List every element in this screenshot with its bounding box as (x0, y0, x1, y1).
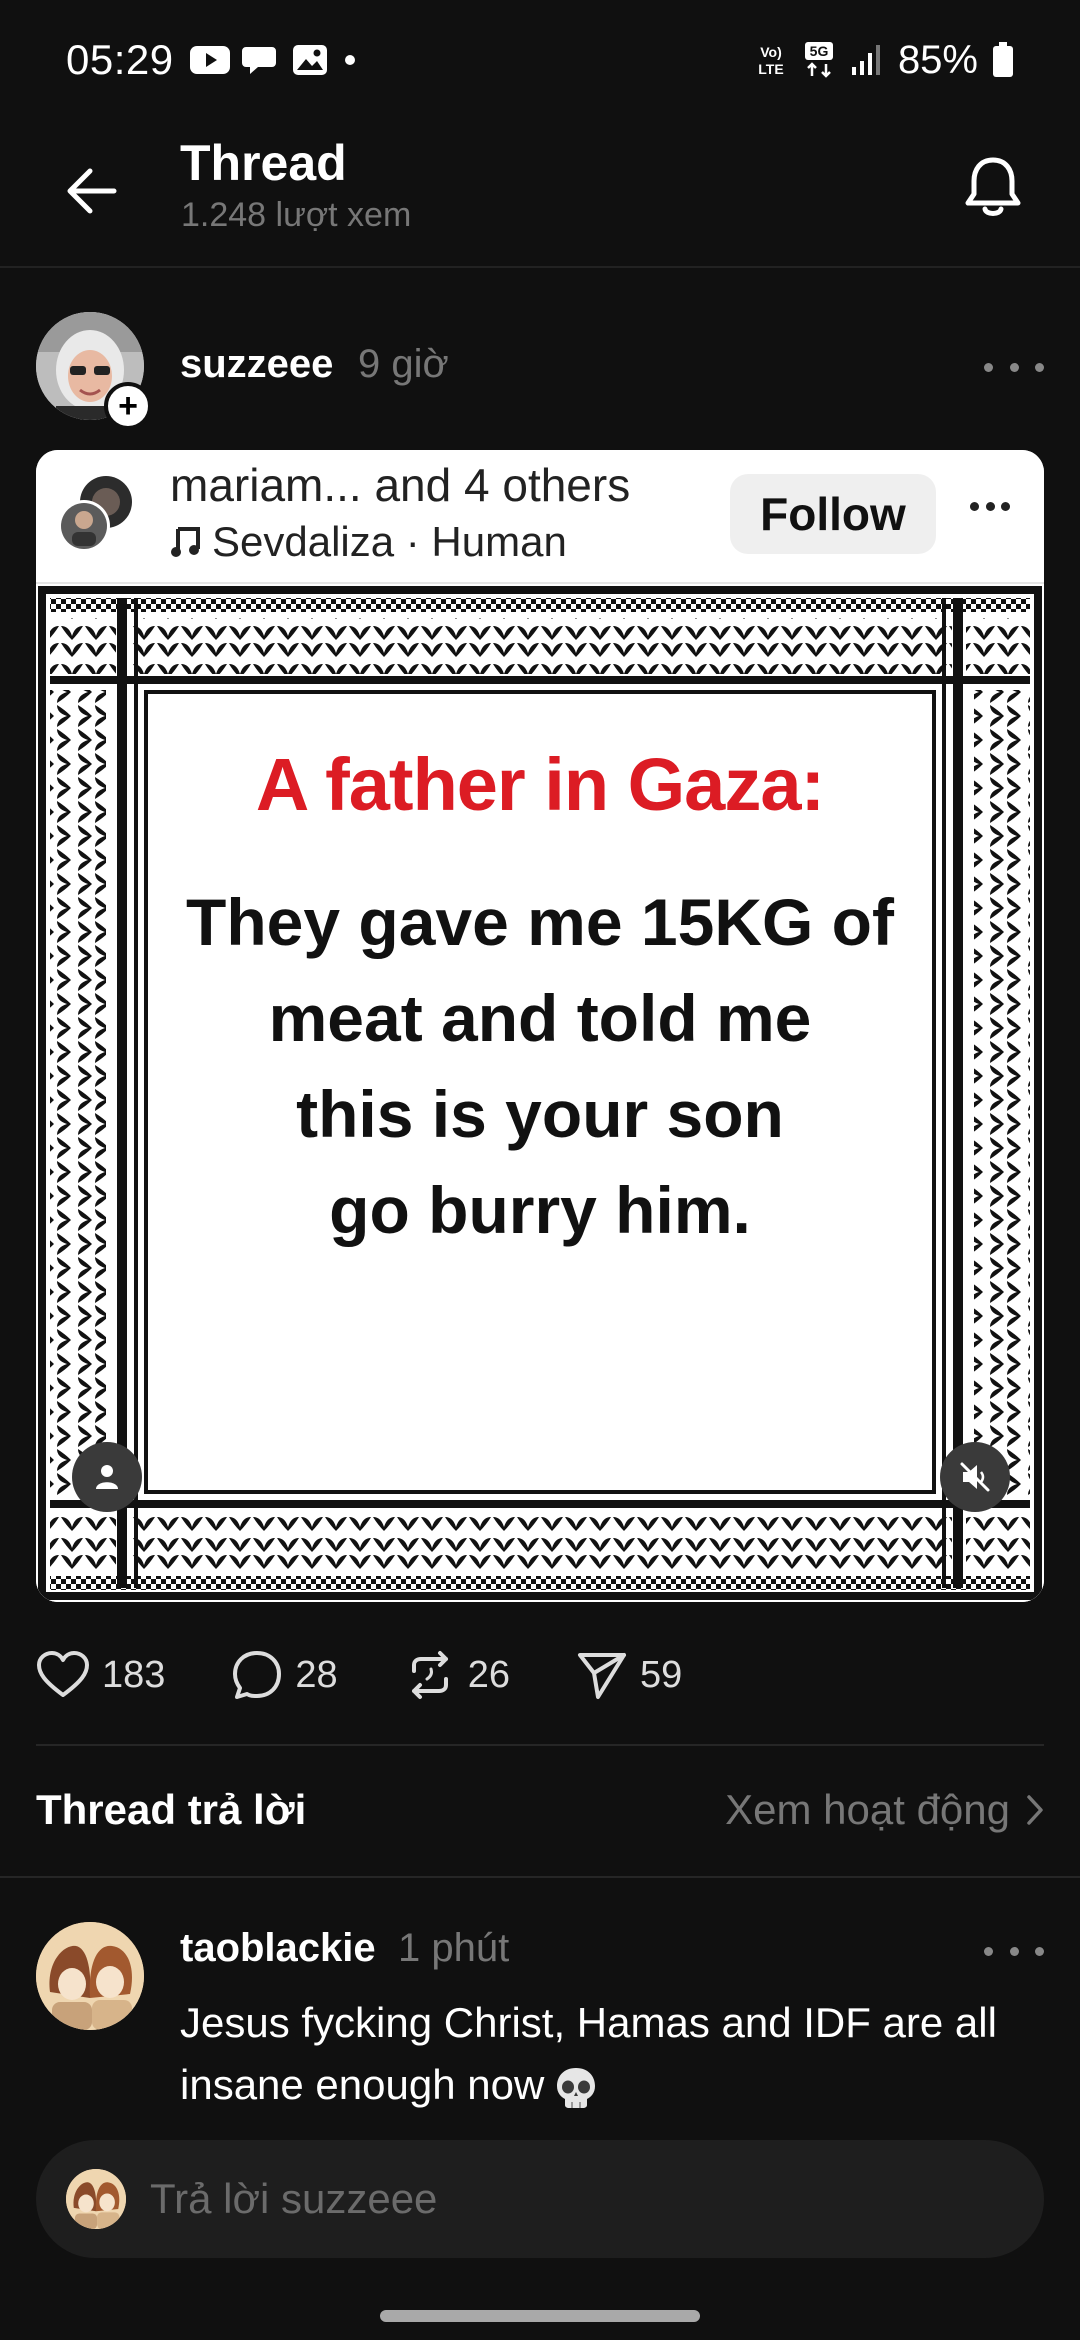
reply-composer (36, 2140, 1044, 2258)
follow-button[interactable]: Follow (730, 474, 936, 554)
youtube-icon (189, 46, 230, 74)
send-icon (577, 1653, 626, 1699)
arrow-left-icon (67, 168, 117, 214)
thread-header: Thread 1.248 lượt xem (0, 120, 1080, 268)
status-time: 05:29 (66, 36, 174, 83)
notification-icons (189, 43, 360, 77)
reply-author-photo (36, 1922, 144, 2030)
svg-text:LTE: LTE (758, 61, 783, 77)
song-title: Sevdaliza · Human (212, 518, 567, 565)
skull-emoji-icon (557, 2067, 596, 2108)
svg-text:5G: 5G (810, 43, 829, 59)
keffiyeh-frame-image: A father in Gaza: They gave me 15KG of m… (36, 584, 1044, 1602)
comment-count: 28 (295, 1653, 338, 1696)
share-count: 59 (639, 1653, 683, 1696)
quote-line: They gave me 15KG of (186, 885, 894, 959)
repost-count: 26 (467, 1653, 510, 1696)
quote-line: go burry him. (329, 1173, 751, 1247)
view-count: 1.248 lượt xem (181, 196, 412, 234)
person-icon (96, 1465, 118, 1489)
chat-bubble-icon (241, 47, 276, 74)
post-more-button[interactable] (984, 352, 1044, 382)
quote-text: They gave me 15KG of meat and told me th… (148, 874, 932, 1258)
post-actions: 183 28 26 59 (36, 1640, 748, 1710)
like-button[interactable]: 183 (36, 1651, 165, 1699)
post-time: 9 giờ (358, 342, 449, 386)
volte-icon: Vo)LTE (758, 44, 783, 77)
page-title: Thread (180, 135, 347, 191)
reply-author-avatar[interactable] (36, 1922, 144, 2030)
current-user-photo (66, 2169, 126, 2229)
svg-text:Vo): Vo) (760, 44, 782, 60)
divider (0, 1876, 1080, 1878)
tagged-users-button[interactable] (72, 1442, 142, 1512)
reply-text: Jesus fycking Christ, Hamas and IDF are … (180, 1992, 1050, 2116)
quote-line: this is your son (296, 1077, 784, 1151)
quote-headline: A father in Gaza: (255, 743, 825, 826)
reply-more-button[interactable] (984, 1936, 1044, 1966)
speaker-muted-icon (960, 1462, 990, 1492)
status-bar: 05:29 Vo) LTE 5G 85% (0, 0, 1080, 120)
battery-percent: 85% (897, 37, 978, 82)
comment-button[interactable]: 28 (231, 1649, 338, 1701)
bell-icon (965, 157, 1021, 216)
follow-plus-button[interactable]: + (104, 382, 152, 430)
heart-icon (37, 1651, 89, 1697)
notifications-button[interactable] (950, 144, 1036, 230)
repost-icon (411, 1651, 448, 1699)
share-button[interactable]: 59 (576, 1649, 682, 1701)
5g-icon: 5G (804, 42, 833, 78)
dot-icon (344, 55, 355, 65)
signal-icon (851, 45, 880, 75)
back-button[interactable] (56, 156, 126, 226)
embed-more-button[interactable] (970, 502, 1010, 514)
like-count: 183 (102, 1653, 166, 1696)
embed-avatars[interactable] (54, 472, 138, 556)
embed-header: mariam... and 4 others Sevdaliza · Human… (36, 450, 1044, 584)
quote-line: meat and told me (268, 981, 812, 1055)
battery-icon (993, 42, 1013, 77)
divider (36, 1744, 1044, 1746)
view-activity-label: Xem hoạt động (725, 1786, 1010, 1833)
comment-icon (233, 1651, 282, 1699)
repost-button[interactable]: 26 (404, 1649, 510, 1701)
embed-song: Sevdaliza · Human (170, 518, 567, 566)
system-status: Vo) LTE 5G 85% (754, 38, 1014, 83)
home-indicator[interactable] (380, 2310, 700, 2322)
view-activity-link[interactable]: Xem hoạt động (725, 1786, 1044, 1834)
reply-username[interactable]: taoblackie (180, 1926, 376, 1971)
embedded-post[interactable]: mariam... and 4 others Sevdaliza · Human… (36, 450, 1044, 1602)
replies-title: Thread trả lời (36, 1786, 307, 1833)
music-note-icon (171, 527, 200, 557)
current-user-avatar (66, 2169, 126, 2229)
mute-button[interactable] (940, 1442, 1010, 1512)
quote-panel: A father in Gaza: They gave me 15KG of m… (148, 696, 932, 1488)
chevron-right-icon (1027, 1795, 1043, 1825)
reply-input[interactable] (150, 2168, 1010, 2230)
reply-time: 1 phút (398, 1926, 510, 1970)
gallery-icon (292, 45, 327, 75)
embed-authors: mariam... and 4 others (170, 459, 631, 511)
stacked-avatars (58, 476, 132, 552)
post-username[interactable]: suzzeee (180, 342, 333, 387)
